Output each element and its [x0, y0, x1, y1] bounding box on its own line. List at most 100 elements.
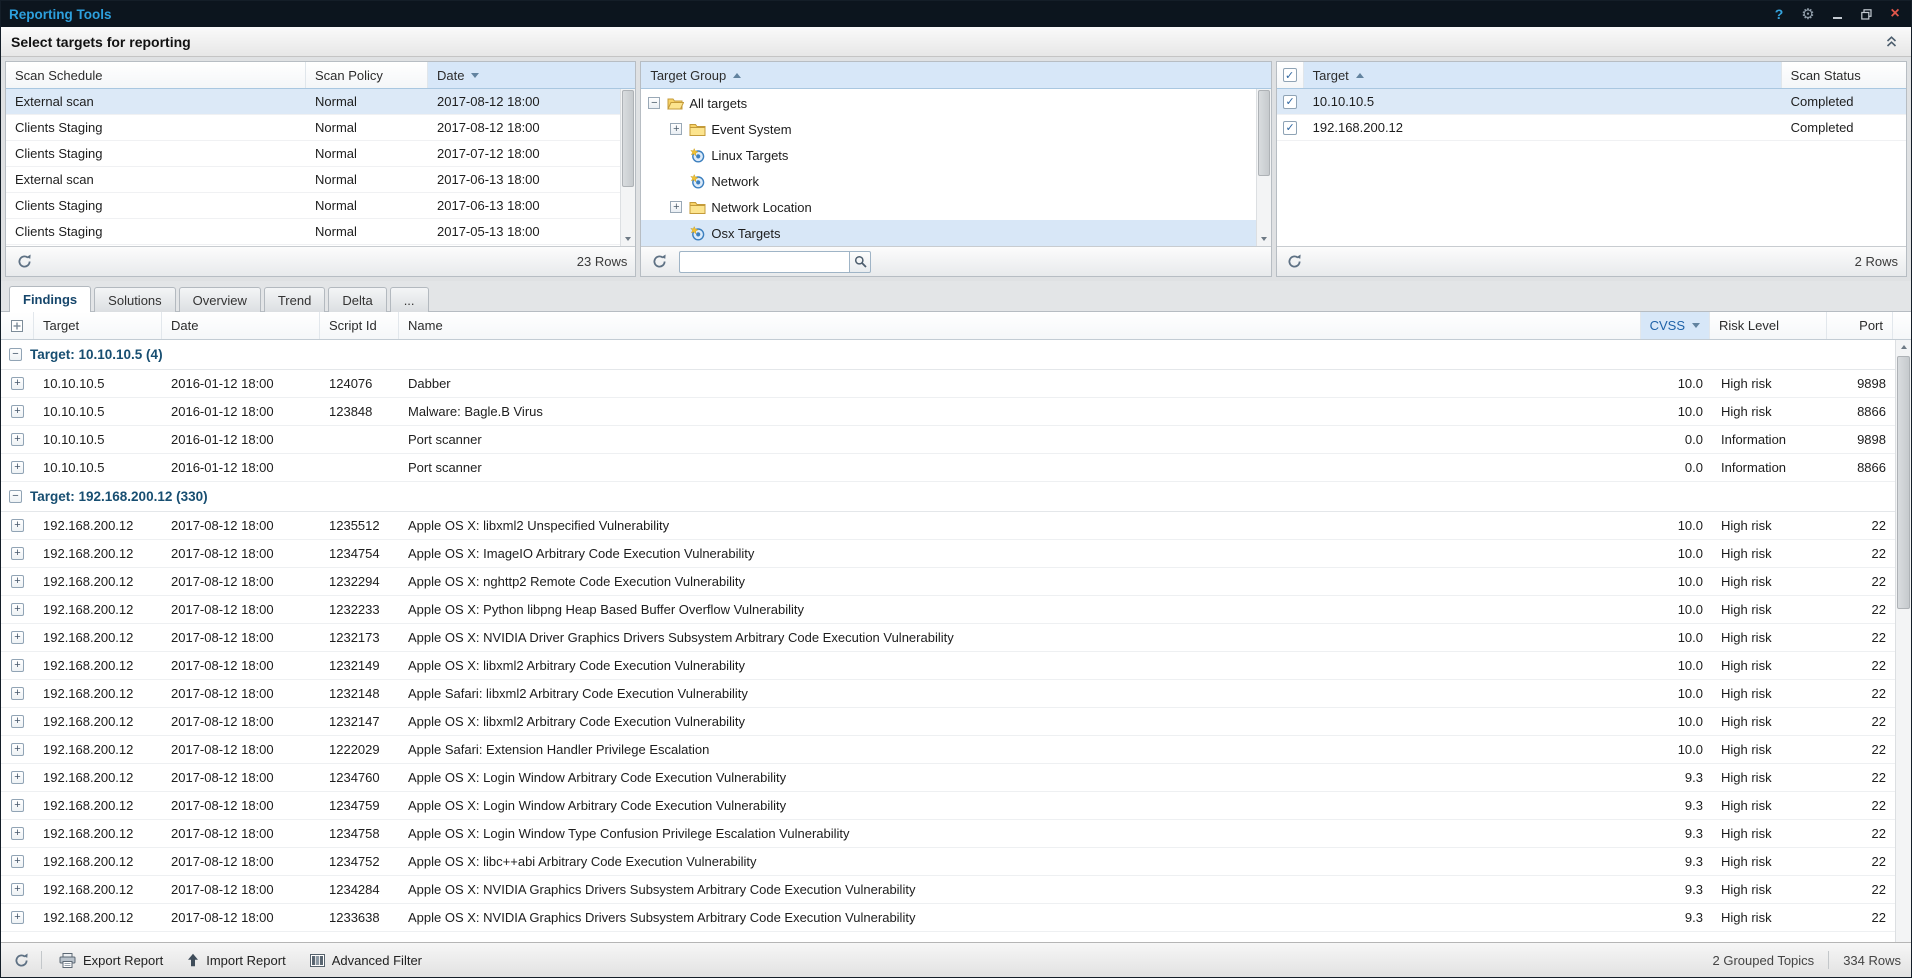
tree-item[interactable]: +Event System: [641, 116, 1255, 142]
schedule-row[interactable]: Clients StagingNormal2017-07-12 18:00: [6, 141, 620, 167]
findings-group-header[interactable]: −Target: 192.168.200.12 (330): [1, 482, 1895, 512]
tree-collapse-icon[interactable]: −: [648, 97, 660, 109]
finding-row[interactable]: +192.168.200.122017-08-12 18:001232233Ap…: [1, 596, 1895, 624]
finding-row[interactable]: +192.168.200.122017-08-12 18:001232148Ap…: [1, 680, 1895, 708]
tree-item[interactable]: −All targets: [641, 90, 1255, 116]
import-report-button[interactable]: Import Report: [180, 950, 292, 971]
finding-row[interactable]: +192.168.200.122017-08-12 18:001222029Ap…: [1, 736, 1895, 764]
expand-row-icon[interactable]: +: [11, 377, 24, 390]
target-group-search-input[interactable]: [679, 251, 849, 273]
column-header-port[interactable]: Port: [1827, 312, 1893, 339]
column-header-target-group[interactable]: Target Group: [641, 62, 1270, 88]
finding-row[interactable]: +192.168.200.122017-08-12 18:001234754Ap…: [1, 540, 1895, 568]
expand-row-icon[interactable]: +: [11, 631, 24, 644]
finding-row[interactable]: +10.10.10.52016-01-12 18:00124076Dabber1…: [1, 370, 1895, 398]
schedule-row[interactable]: External scanNormal2017-06-13 18:00: [6, 167, 620, 193]
column-header-checkbox[interactable]: [1277, 62, 1304, 88]
expand-row-icon[interactable]: +: [11, 715, 24, 728]
refresh-icon[interactable]: [1285, 252, 1305, 272]
tab-overview[interactable]: Overview: [179, 287, 261, 312]
advanced-filter-button[interactable]: Advanced Filter: [303, 950, 429, 971]
scroll-up-icon[interactable]: [1896, 340, 1911, 354]
findings-group-header[interactable]: −Target: 10.10.10.5 (4): [1, 340, 1895, 370]
refresh-icon[interactable]: [14, 252, 34, 272]
column-header-date[interactable]: Date: [428, 62, 635, 88]
expand-row-icon[interactable]: +: [11, 799, 24, 812]
finding-row[interactable]: +192.168.200.122017-08-12 18:001234760Ap…: [1, 764, 1895, 792]
expand-row-icon[interactable]: +: [11, 855, 24, 868]
collapse-group-icon[interactable]: −: [9, 348, 22, 361]
finding-row[interactable]: +192.168.200.122017-08-12 18:001232149Ap…: [1, 652, 1895, 680]
scrollbar-thumb[interactable]: [1897, 356, 1910, 609]
expand-row-icon[interactable]: +: [11, 687, 24, 700]
tree-expand-icon[interactable]: +: [670, 123, 682, 135]
tab-solutions[interactable]: Solutions: [94, 287, 175, 312]
select-all-checkbox[interactable]: [1283, 68, 1297, 82]
tab-findings[interactable]: Findings: [9, 286, 91, 312]
expand-row-icon[interactable]: +: [11, 771, 24, 784]
settings-gear-icon[interactable]: ⚙: [1800, 6, 1816, 22]
schedule-row[interactable]: External scanNormal2017-08-12 18:00: [6, 89, 620, 115]
search-button[interactable]: [849, 251, 871, 273]
close-icon[interactable]: ×: [1887, 6, 1903, 22]
scrollbar-thumb[interactable]: [1258, 90, 1270, 176]
column-header-scan-policy[interactable]: Scan Policy: [306, 62, 428, 88]
column-header-scan-status[interactable]: Scan Status: [1782, 62, 1906, 88]
tree-item[interactable]: Linux Targets: [641, 142, 1255, 168]
target-row[interactable]: 192.168.200.12Completed: [1277, 115, 1906, 141]
expand-row-icon[interactable]: +: [11, 743, 24, 756]
expand-row-icon[interactable]: +: [11, 659, 24, 672]
column-header-scan-schedule[interactable]: Scan Schedule: [6, 62, 306, 88]
help-icon[interactable]: ?: [1771, 6, 1787, 22]
minimize-icon[interactable]: [1829, 6, 1845, 22]
tab-more[interactable]: ...: [390, 287, 429, 312]
tree-item[interactable]: Osx Targets: [641, 220, 1255, 246]
tree-item[interactable]: Network: [641, 168, 1255, 194]
expand-row-icon[interactable]: +: [11, 603, 24, 616]
expand-row-icon[interactable]: +: [11, 575, 24, 588]
column-header-risk-level[interactable]: Risk Level: [1710, 312, 1827, 339]
column-header-date[interactable]: Date: [162, 312, 320, 339]
finding-row[interactable]: +10.10.10.52016-01-12 18:00Port scanner0…: [1, 426, 1895, 454]
target-row[interactable]: 10.10.10.5Completed: [1277, 89, 1906, 115]
scrollbar-thumb[interactable]: [622, 90, 634, 187]
restore-icon[interactable]: [1858, 6, 1874, 22]
schedules-scrollbar[interactable]: [620, 89, 635, 246]
expand-row-icon[interactable]: +: [11, 883, 24, 896]
expand-row-icon[interactable]: +: [11, 827, 24, 840]
column-header-target[interactable]: Target: [34, 312, 162, 339]
expand-row-icon[interactable]: +: [11, 405, 24, 418]
expand-row-icon[interactable]: +: [11, 519, 24, 532]
tree-expand-icon[interactable]: +: [670, 201, 682, 213]
finding-row[interactable]: +10.10.10.52016-01-12 18:00Port scanner0…: [1, 454, 1895, 482]
collapse-panel-icon[interactable]: [1881, 32, 1901, 52]
finding-row[interactable]: +192.168.200.122017-08-12 18:001235512Ap…: [1, 512, 1895, 540]
finding-row[interactable]: +10.10.10.52016-01-12 18:00123848Malware…: [1, 398, 1895, 426]
finding-row[interactable]: +192.168.200.122017-08-12 18:001233638Ap…: [1, 904, 1895, 932]
expand-row-icon[interactable]: +: [11, 547, 24, 560]
tab-delta[interactable]: Delta: [328, 287, 386, 312]
collapse-group-icon[interactable]: −: [9, 490, 22, 503]
column-header-name[interactable]: Name: [399, 312, 1641, 339]
row-checkbox[interactable]: [1283, 95, 1297, 109]
expand-row-icon[interactable]: +: [11, 911, 24, 924]
finding-row[interactable]: +192.168.200.122017-08-12 18:001234752Ap…: [1, 848, 1895, 876]
finding-row[interactable]: +192.168.200.122017-08-12 18:001234758Ap…: [1, 820, 1895, 848]
scroll-down-icon[interactable]: [1257, 232, 1271, 246]
finding-row[interactable]: +192.168.200.122017-08-12 18:001232173Ap…: [1, 624, 1895, 652]
finding-row[interactable]: +192.168.200.122017-08-12 18:001232294Ap…: [1, 568, 1895, 596]
column-header-cvss[interactable]: CVSS: [1641, 312, 1710, 339]
finding-row[interactable]: +192.168.200.122017-08-12 18:001232147Ap…: [1, 708, 1895, 736]
row-checkbox[interactable]: [1283, 121, 1297, 135]
findings-scrollbar[interactable]: [1895, 340, 1911, 942]
finding-row[interactable]: +192.168.200.122017-08-12 18:001234284Ap…: [1, 876, 1895, 904]
expand-row-icon[interactable]: +: [11, 433, 24, 446]
target-group-scrollbar[interactable]: [1256, 89, 1271, 246]
schedule-row[interactable]: Clients StagingNormal2017-06-13 18:00: [6, 193, 620, 219]
export-report-button[interactable]: Export Report: [52, 950, 170, 971]
finding-row[interactable]: +192.168.200.122017-08-12 18:001234759Ap…: [1, 792, 1895, 820]
refresh-icon[interactable]: [11, 950, 31, 970]
column-header-target[interactable]: Target: [1304, 62, 1782, 88]
tab-trend[interactable]: Trend: [264, 287, 325, 312]
expand-row-icon[interactable]: +: [11, 461, 24, 474]
